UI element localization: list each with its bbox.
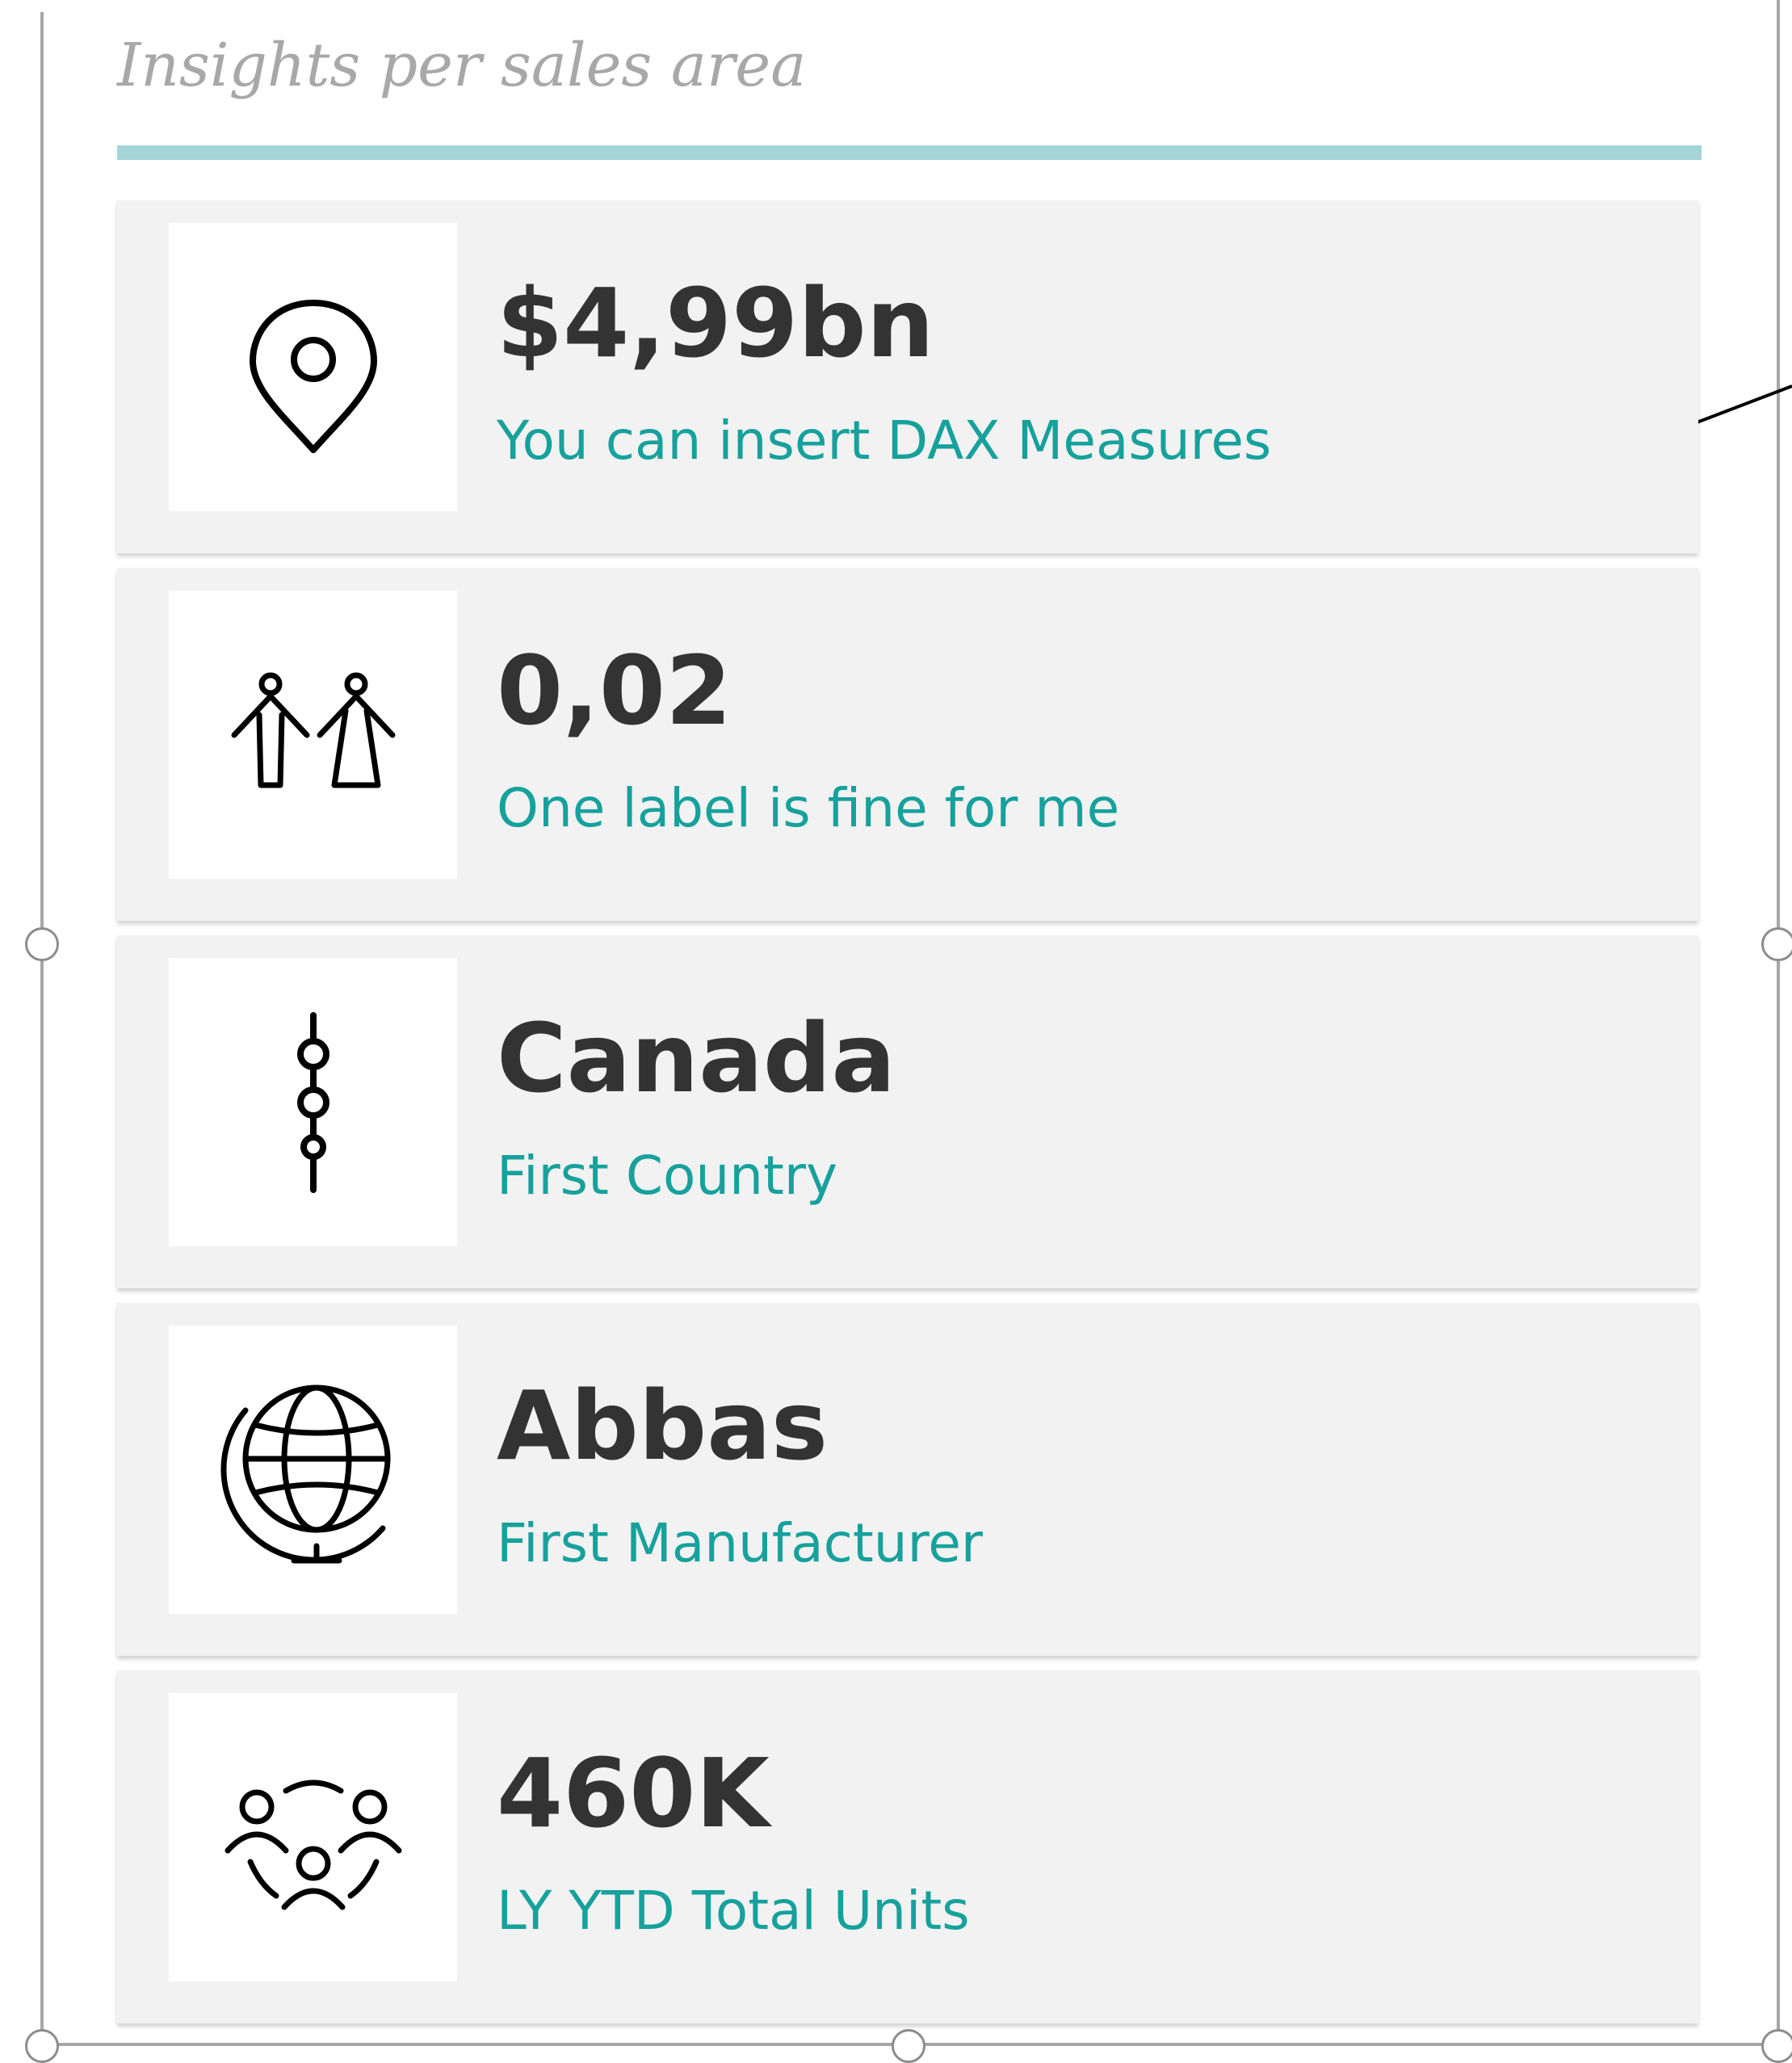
- kpi-value: $4,99bn: [497, 267, 934, 379]
- icon-box: [169, 223, 457, 511]
- kpi-value: Canada: [497, 1002, 896, 1114]
- resize-handle-bottom-left[interactable]: [25, 2029, 59, 2063]
- node-chain-icon: [296, 1011, 329, 1193]
- kpi-label: First Country: [497, 1145, 838, 1207]
- icon-box: [169, 1693, 457, 1981]
- kpi-label: You can insert DAX Measures: [497, 410, 1272, 472]
- kpi-value: 460K: [497, 1737, 770, 1849]
- kpi-value: Abbas: [497, 1370, 829, 1481]
- selection-frame-right: [1777, 0, 1780, 2046]
- panel-title: Insights per sales area: [117, 31, 807, 100]
- icon-box: [169, 958, 457, 1246]
- resize-handle-bottom[interactable]: [892, 2029, 925, 2063]
- globe-icon: [220, 1384, 390, 1563]
- kpi-card[interactable]: Abbas First Manufacturer: [117, 1303, 1698, 1656]
- group-icon: [225, 1779, 401, 1910]
- kpi-card[interactable]: 460K LY YTD Total Units: [117, 1670, 1698, 2023]
- resize-handle-left[interactable]: [25, 927, 59, 961]
- resize-handle-bottom-right[interactable]: [1761, 2029, 1792, 2063]
- kpi-label: First Manufacturer: [497, 1512, 984, 1574]
- kpi-card[interactable]: 0,02 One label is fine for me: [117, 568, 1698, 921]
- selection-frame-left: [40, 12, 44, 2046]
- map-pin-icon: [249, 299, 377, 453]
- kpi-card[interactable]: Canada First Country: [117, 935, 1698, 1288]
- icon-box: [169, 590, 457, 879]
- kpi-value: 0,02: [497, 635, 732, 746]
- title-rule: [117, 145, 1702, 160]
- icon-box: [169, 1326, 457, 1614]
- kpi-label: LY YTD Total Units: [497, 1880, 970, 1942]
- couple-icon: [231, 672, 395, 788]
- kpi-card[interactable]: $4,99bn You can insert DAX Measures: [117, 200, 1698, 553]
- resize-handle-right[interactable]: [1761, 927, 1792, 961]
- kpi-label: One label is fine for me: [497, 777, 1120, 839]
